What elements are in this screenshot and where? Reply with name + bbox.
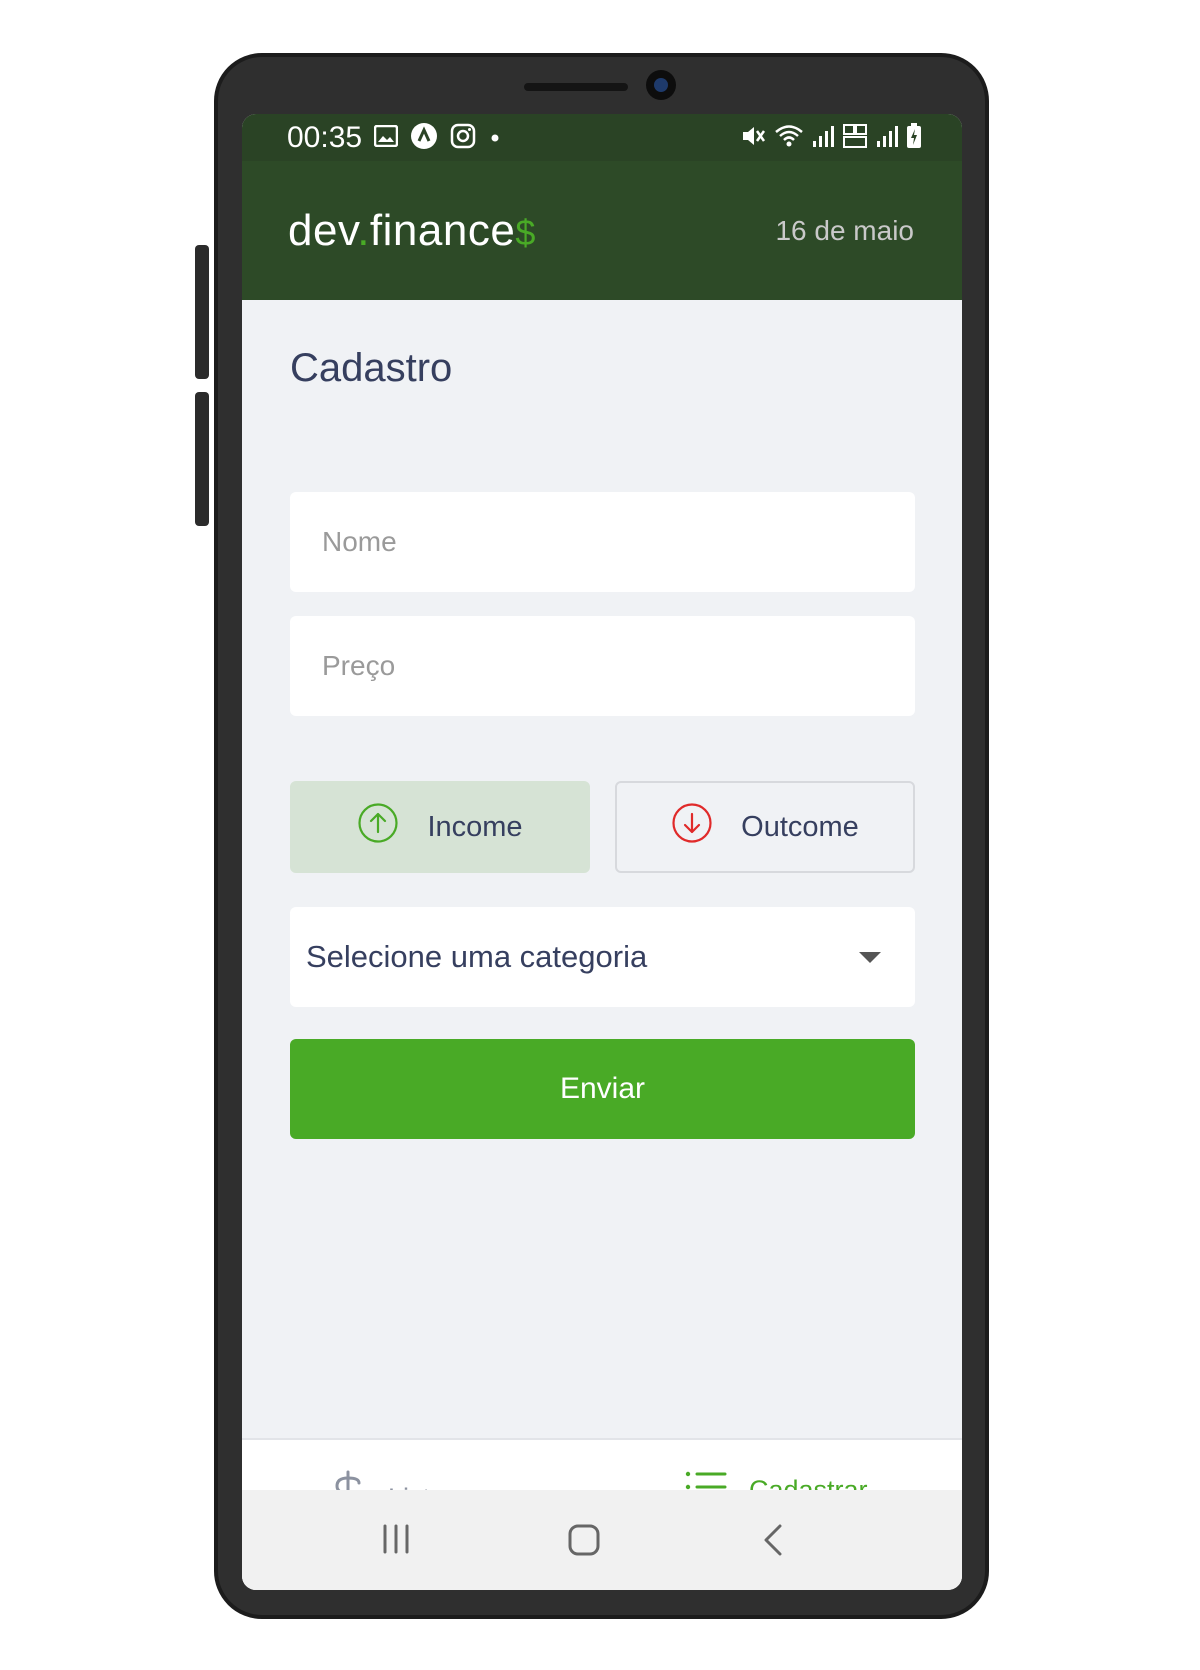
page-title: Cadastro xyxy=(290,346,453,390)
wifi-icon xyxy=(774,124,804,151)
speaker xyxy=(524,83,628,91)
mute-icon xyxy=(740,124,766,151)
back-icon[interactable] xyxy=(762,1524,784,1560)
more-notifications-dot-icon xyxy=(488,128,502,148)
submit-label: Enviar xyxy=(559,1072,646,1105)
recent-apps-icon[interactable] xyxy=(381,1524,411,1558)
power-button xyxy=(195,392,209,526)
volte-icon xyxy=(842,123,868,152)
status-left: 00:35 xyxy=(287,121,502,155)
gallery-icon xyxy=(373,124,399,150)
app-logo: dev.finance$ xyxy=(288,206,536,256)
income-label: Income xyxy=(427,810,523,843)
signal-icon xyxy=(812,124,834,151)
instagram-icon xyxy=(450,123,476,152)
app-header: dev.finance$ 16 de maio xyxy=(242,161,962,300)
category-select-value: Selecione uma categoria xyxy=(306,939,648,974)
logo-text-rest: finance xyxy=(369,205,516,255)
header-date: 16 de maio xyxy=(775,214,914,246)
price-input[interactable] xyxy=(290,616,915,716)
logo-symbol: $ xyxy=(515,211,536,253)
caret-down-icon xyxy=(859,951,881,963)
outcome-button[interactable]: Outcome xyxy=(615,781,915,873)
arrow-up-circle-icon xyxy=(357,802,399,852)
camera xyxy=(646,70,676,100)
screen: 00:35 dev.finance$ 16 de maio Cadastro N… xyxy=(242,114,962,1590)
signal-icon-2 xyxy=(876,124,898,151)
volume-button xyxy=(195,245,209,379)
outcome-label: Outcome xyxy=(741,810,859,843)
status-bar: 00:35 xyxy=(242,114,962,161)
income-button[interactable]: Income xyxy=(290,781,590,873)
logo-text-main: dev xyxy=(288,205,358,255)
category-select[interactable]: Selecione uma categoria xyxy=(290,907,915,1007)
phone-frame: 00:35 dev.finance$ 16 de maio Cadastro N… xyxy=(214,53,989,1619)
app-notification-icon xyxy=(410,122,438,153)
arrow-down-circle-icon xyxy=(671,802,713,852)
logo-dot: . xyxy=(357,205,370,255)
name-input[interactable] xyxy=(290,492,915,592)
submit-button[interactable]: Enviar xyxy=(290,1039,915,1139)
status-right xyxy=(740,123,922,152)
system-nav-bar-area xyxy=(242,1490,962,1590)
home-icon[interactable] xyxy=(568,1524,600,1560)
battery-charging-icon xyxy=(906,123,922,152)
status-time: 00:35 xyxy=(287,120,363,154)
